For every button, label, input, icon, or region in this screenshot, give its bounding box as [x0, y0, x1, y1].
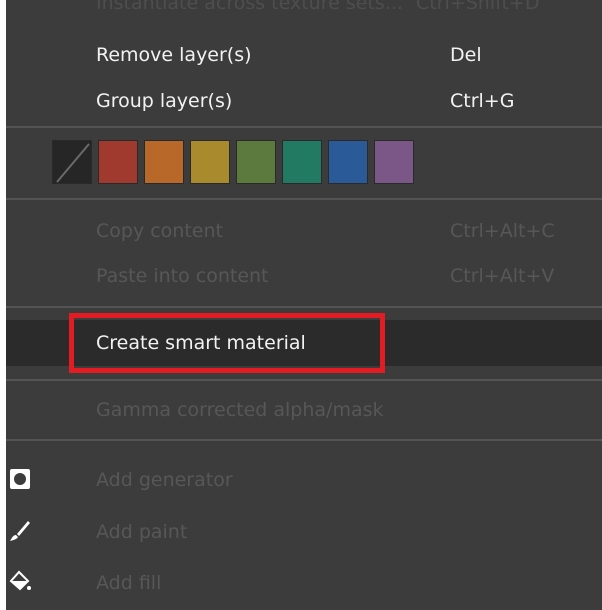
menu-separator: [6, 126, 602, 128]
menu-separator: [6, 379, 602, 381]
menu-item-label: Add paint: [96, 521, 188, 543]
color-swatch-teal[interactable]: [282, 140, 322, 184]
highlight-annotation-box: [69, 313, 385, 373]
context-menu: Instantiate across texture sets... Ctrl+…: [6, 0, 602, 610]
color-swatch-red[interactable]: [98, 140, 138, 184]
menu-item-shortcut: Ctrl+G: [450, 90, 515, 112]
brush-icon: [8, 519, 32, 543]
menu-separator: [6, 439, 602, 441]
generator-icon: [8, 467, 32, 491]
color-swatch-green[interactable]: [236, 140, 276, 184]
menu-item-label: Gamma corrected alpha/mask: [96, 399, 384, 421]
color-swatch-orange[interactable]: [144, 140, 184, 184]
menu-item-label: Group layer(s): [96, 90, 233, 112]
menu-item-shortcut: Ctrl+Alt+V: [450, 265, 555, 287]
menu-item-label: Copy content: [96, 220, 223, 242]
menu-separator: [6, 198, 602, 200]
menu-item-shortcut: Ctrl+Shift+D: [416, 0, 540, 14]
color-swatch-purple[interactable]: [374, 140, 414, 184]
paint-bucket-icon: [8, 570, 32, 594]
menu-item-shortcut: Del: [450, 44, 482, 66]
menu-item-label: Paste into content: [96, 265, 269, 287]
menu-item-label: Add fill: [96, 572, 162, 594]
menu-separator: [6, 306, 602, 308]
menu-item-shortcut: Ctrl+Alt+C: [450, 220, 555, 242]
color-swatch-none[interactable]: [52, 140, 92, 184]
menu-item-label: Instantiate across texture sets...: [96, 0, 403, 14]
menu-item-label: Remove layer(s): [96, 44, 252, 66]
color-swatch-blue[interactable]: [328, 140, 368, 184]
color-swatch-yellow[interactable]: [190, 140, 230, 184]
menu-item-label: Add generator: [96, 469, 233, 491]
no-color-slash-icon: [56, 143, 90, 183]
